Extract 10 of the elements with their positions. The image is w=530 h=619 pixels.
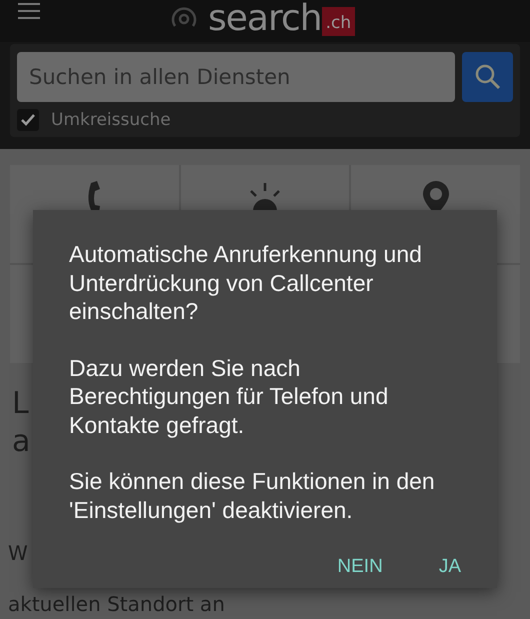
body-text: W [8, 541, 28, 565]
checkbox-label: Umkreissuche [51, 110, 171, 130]
dialog-text: Automatische Anruferkennung und Unterdrückung von Callcenter einschalten? [69, 240, 423, 326]
heading-text: L [12, 385, 29, 423]
logo-badge: .ch [322, 6, 356, 36]
heading-text: a [12, 423, 30, 461]
dialog-text: Dazu werden Sie nach Berechtigungen für Telefon und Kontakte gefragt. [69, 354, 390, 439]
logo-text: search [208, 0, 322, 39]
body-text: aktuellen Standort an [8, 592, 225, 616]
dialog-text: Sie können diese Funktionen in den 'Einstellungen' deaktivieren. [69, 467, 436, 524]
